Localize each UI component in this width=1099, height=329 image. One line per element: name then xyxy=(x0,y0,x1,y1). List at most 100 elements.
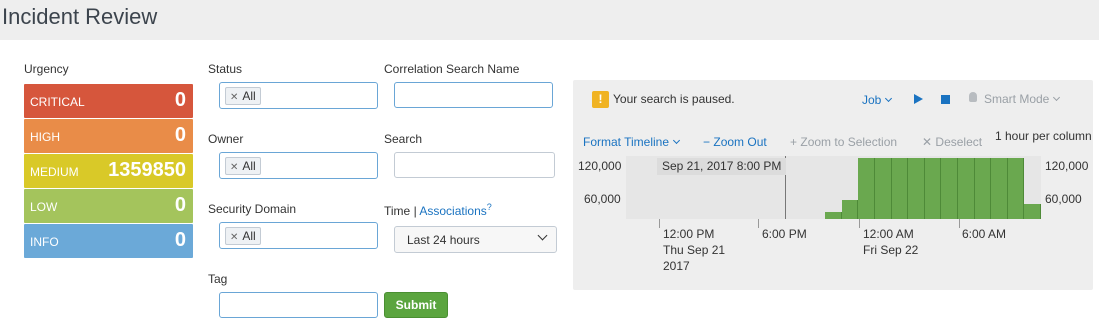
warning-icon: ! xyxy=(592,91,609,108)
timeline-bar[interactable] xyxy=(991,158,1008,219)
x-tick-time: 6:00 PM xyxy=(762,227,807,241)
time-range-value: Last 24 hours xyxy=(407,233,480,247)
urgency-count: 1359850 xyxy=(108,159,186,181)
page-header: Incident Review xyxy=(0,0,1099,40)
chevron-down-icon xyxy=(1053,93,1061,102)
remove-token-icon[interactable]: ✕ xyxy=(230,232,238,243)
urgency-row-info[interactable]: INFO 0 xyxy=(24,224,193,258)
time-label-group: Time | Associations? xyxy=(384,202,492,218)
job-menu[interactable]: Job xyxy=(862,93,893,107)
y-tick-right: 60,000 xyxy=(1045,192,1082,206)
timeline-bar[interactable] xyxy=(825,211,842,219)
timeline-bar[interactable] xyxy=(875,158,892,219)
format-timeline-menu[interactable]: Format Timeline xyxy=(583,135,681,149)
timeline-bar[interactable] xyxy=(924,158,942,219)
deselect-button[interactable]: ✕ Deselect xyxy=(922,135,982,149)
timeline-bar[interactable] xyxy=(958,158,975,219)
x-tick-time: 12:00 AM xyxy=(863,227,914,241)
close-icon: ✕ xyxy=(922,135,933,149)
timeline-bar[interactable] xyxy=(841,199,859,219)
x-tick-label: 12:00 PM Thu Sep 21 2017 xyxy=(663,226,725,274)
owner-token[interactable]: ✕ All xyxy=(225,157,261,175)
play-icon[interactable] xyxy=(914,94,923,104)
urgency-row-medium[interactable]: MEDIUM 1359850 xyxy=(24,154,193,188)
y-tick-left: 60,000 xyxy=(584,192,621,206)
security-domain-token[interactable]: ✕ All xyxy=(225,227,261,245)
y-tick-right: 120,000 xyxy=(1045,159,1089,173)
urgency-row-low[interactable]: LOW 0 xyxy=(24,189,193,223)
timeline-bar[interactable] xyxy=(974,158,992,219)
timeline-bar[interactable] xyxy=(858,158,875,219)
timeline-panel: ! Your search is paused. Job Smart Mode … xyxy=(573,80,1093,290)
status-input[interactable]: ✕ All xyxy=(219,82,378,109)
x-tick-date: Thu Sep 21 xyxy=(663,243,726,257)
x-tick-mark xyxy=(859,219,860,228)
zoom-to-selection-button[interactable]: + Zoom to Selection xyxy=(790,135,897,149)
status-token[interactable]: ✕ All xyxy=(225,87,261,105)
owner-input[interactable]: ✕ All xyxy=(219,152,378,179)
urgency-row-critical[interactable]: CRITICAL 0 xyxy=(24,84,193,118)
smart-mode-menu[interactable]: Smart Mode xyxy=(984,92,1061,106)
minus-icon: − xyxy=(703,135,711,149)
selected-time-label: Sep 21, 2017 8:00 PM xyxy=(657,158,787,175)
correlation-search-name-label: Correlation Search Name xyxy=(384,62,520,76)
stop-icon[interactable] xyxy=(941,95,950,104)
urgency-name: MEDIUM xyxy=(30,165,79,179)
owner-label: Owner xyxy=(208,132,244,146)
x-tick-date: Fri Sep 22 xyxy=(863,243,919,257)
status-token-label: All xyxy=(242,89,256,103)
timeline-bar[interactable] xyxy=(908,158,925,219)
help-icon[interactable]: ? xyxy=(487,202,492,212)
correlation-search-name-input[interactable] xyxy=(394,82,553,108)
x-tick-time: 6:00 AM xyxy=(962,227,1007,241)
urgency-label: Urgency xyxy=(24,62,69,76)
remove-token-icon[interactable]: ✕ xyxy=(230,92,238,103)
submit-button[interactable]: Submit xyxy=(384,292,448,318)
remove-token-icon[interactable]: ✕ xyxy=(230,162,238,173)
zoom-out-label: Zoom Out xyxy=(713,135,767,149)
urgency-row-high[interactable]: HIGH 0 xyxy=(24,119,193,153)
x-tick-mark xyxy=(959,219,960,228)
timeline-bar[interactable] xyxy=(1024,204,1041,219)
urgency-count: 0 xyxy=(174,229,186,251)
search-input[interactable] xyxy=(394,152,555,178)
time-label: Time xyxy=(384,204,411,218)
security-domain-token-label: All xyxy=(242,229,256,243)
urgency-name: INFO xyxy=(30,235,59,249)
timeline-bar[interactable] xyxy=(1007,158,1025,219)
owner-token-label: All xyxy=(242,159,256,173)
urgency-list: CRITICAL 0 HIGH 0 MEDIUM 1359850 LOW 0 INFO 0 xyxy=(24,84,193,259)
paused-message: Your search is paused. xyxy=(613,92,735,106)
time-separator: | xyxy=(413,204,417,218)
y-tick-left: 120,000 xyxy=(578,159,622,173)
x-tick-mark xyxy=(758,219,759,228)
security-domain-label: Security Domain xyxy=(208,202,297,216)
status-label: Status xyxy=(208,62,243,76)
tag-label: Tag xyxy=(208,272,228,286)
urgency-name: LOW xyxy=(30,200,58,214)
chevron-down-icon xyxy=(537,230,548,241)
plus-icon: + xyxy=(790,135,798,149)
zoom-out-button[interactable]: − Zoom Out xyxy=(703,135,767,149)
urgency-count: 0 xyxy=(174,194,186,216)
format-timeline-label: Format Timeline xyxy=(583,135,670,149)
urgency-name: CRITICAL xyxy=(30,95,85,109)
timeline-scale-label: 1 hour per column xyxy=(995,129,1092,143)
search-label: Search xyxy=(384,132,423,146)
tag-input[interactable] xyxy=(219,292,378,318)
timeline-bar[interactable] xyxy=(891,158,909,219)
x-tick-time: 12:00 PM xyxy=(663,227,715,241)
time-range-select[interactable]: Last 24 hours xyxy=(394,226,557,253)
x-tick-label: 6:00 PM xyxy=(762,226,807,242)
deselect-label: Deselect xyxy=(935,135,983,149)
lightbulb-icon xyxy=(969,92,977,102)
timeline-bar[interactable] xyxy=(941,158,958,219)
chevron-down-icon xyxy=(885,94,893,103)
x-tick-year: 2017 xyxy=(663,259,690,273)
smart-mode-label: Smart Mode xyxy=(984,92,1050,106)
associations-link[interactable]: Associations xyxy=(419,204,486,218)
zoom-to-selection-label: Zoom to Selection xyxy=(800,135,898,149)
security-domain-input[interactable]: ✕ All xyxy=(219,222,378,249)
x-tick-label: 6:00 AM xyxy=(962,226,1006,242)
urgency-name: HIGH xyxy=(30,130,60,144)
